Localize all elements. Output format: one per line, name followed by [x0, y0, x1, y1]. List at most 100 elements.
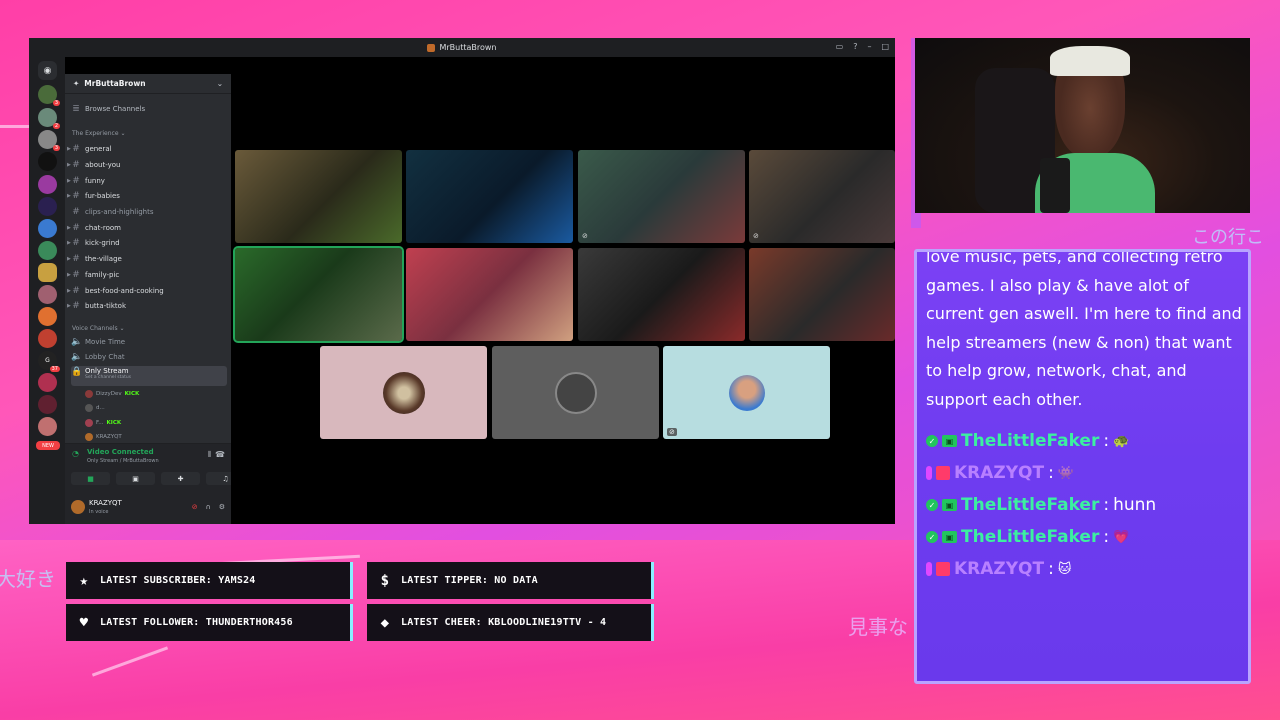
- video-tile[interactable]: ⊘: [578, 150, 745, 243]
- signal-icon[interactable]: ◔: [72, 449, 79, 458]
- voice-channel-only-stream[interactable]: 🔒 Only Stream Set a channel status: [71, 366, 227, 386]
- server-icon[interactable]: [38, 263, 57, 282]
- channel-fur-babies[interactable]: ▶ # fur-babies: [67, 189, 227, 202]
- chat-colon: :: [1103, 431, 1110, 451]
- video-tile[interactable]: [406, 150, 573, 243]
- mod-badge-icon: ▣: [942, 499, 957, 511]
- hash-icon: #: [72, 143, 80, 154]
- category-voice-channels[interactable]: Voice Channels ⌄: [72, 325, 125, 332]
- stream-chat: love music, pets, and collecting retro g…: [914, 249, 1251, 684]
- server-header[interactable]: ✦ MrButtaBrown ⌄: [65, 74, 231, 94]
- user-status: In voice: [89, 509, 109, 515]
- vip-badge-icon: [926, 466, 932, 480]
- server-icon[interactable]: G 37: [38, 351, 60, 372]
- channel-butta-tiktok[interactable]: ▶ # butta-tiktok: [67, 299, 227, 312]
- video-stage: ⊘ ⊘ ⊘: [231, 74, 895, 524]
- server-icon[interactable]: [38, 373, 57, 392]
- server-icon[interactable]: [38, 395, 57, 414]
- hash-icon: #: [72, 175, 80, 186]
- camera-icon: ■: [87, 474, 94, 483]
- server-icon[interactable]: 3: [38, 85, 60, 106]
- voice-location[interactable]: Only Stream / MrButtaBrown: [87, 458, 159, 464]
- collapse-arrow-icon: ▶: [67, 255, 71, 262]
- voice-user[interactable]: KRAZYQT: [85, 433, 122, 441]
- category-text-channels[interactable]: The Experience ⌄: [72, 130, 125, 137]
- server-icon[interactable]: [38, 152, 57, 171]
- speaker-icon: 🔈: [71, 336, 83, 347]
- gear-icon[interactable]: ⚙: [219, 503, 225, 511]
- hash-icon: #: [72, 222, 80, 233]
- channel-general[interactable]: ▶ # general: [67, 142, 227, 155]
- channel-funny[interactable]: ▶ # funny: [67, 174, 227, 187]
- channel-family-pic[interactable]: ▶ # family-pic: [67, 268, 227, 281]
- video-tile[interactable]: [235, 150, 402, 243]
- hash-icon: #: [72, 269, 80, 280]
- collapse-arrow-icon: ▶: [67, 287, 71, 294]
- video-tile[interactable]: [233, 246, 404, 343]
- collapse-arrow-icon: ▶: [67, 161, 71, 168]
- voice-connection-panel: ◔ Video Connected Only Stream / MrButtaB…: [65, 443, 245, 493]
- inbox-icon[interactable]: ▭: [836, 42, 844, 51]
- chat-line: ✓ ▣ TheLittleFaker : 🐢: [926, 428, 1129, 454]
- chat-username[interactable]: KRAZYQT: [954, 559, 1044, 579]
- server-icon[interactable]: [38, 329, 57, 348]
- chat-colon: :: [1103, 527, 1110, 547]
- camera-button[interactable]: ■: [71, 472, 110, 485]
- server-icon[interactable]: [38, 307, 57, 326]
- server-icon[interactable]: [38, 285, 57, 304]
- collapse-arrow-icon: ▶: [67, 145, 71, 152]
- channel-clips-and-highlights[interactable]: # clips-and-highlights: [71, 205, 227, 218]
- channel-the-village[interactable]: ▶ # the-village: [67, 252, 227, 265]
- minimize-icon[interactable]: –: [867, 42, 871, 51]
- channel-chat-room[interactable]: ▶ # chat-room: [67, 221, 227, 234]
- channel-best-food-and-cooking[interactable]: ▶ # best-food-and-cooking: [67, 284, 227, 297]
- voice-user[interactable]: F... KICK: [85, 419, 121, 427]
- chat-username[interactable]: TheLittleFaker: [961, 431, 1099, 451]
- mute-mic-icon[interactable]: ⊘: [192, 503, 198, 511]
- video-tile[interactable]: [578, 248, 745, 341]
- voice-channel-movie-time[interactable]: 🔈 Movie Time: [71, 335, 227, 348]
- voice-channel-lobby-chat[interactable]: 🔈 Lobby Chat: [71, 350, 227, 363]
- server-list: ◉ 3 2 3 G 37 NEW: [29, 57, 65, 524]
- video-tile[interactable]: ⊘: [749, 150, 895, 243]
- channel-kick-grind[interactable]: ▶ # kick-grind: [67, 236, 227, 249]
- avatar: [554, 371, 597, 414]
- voice-user[interactable]: d...: [85, 404, 105, 412]
- server-icon[interactable]: [38, 175, 57, 194]
- screen-share-button[interactable]: ▣: [116, 472, 155, 485]
- activity-button[interactable]: ✚: [161, 472, 200, 485]
- channel-about-you[interactable]: ▶ # about-you: [67, 158, 227, 171]
- server-icon[interactable]: 2: [38, 108, 60, 129]
- chat-username[interactable]: TheLittleFaker: [961, 495, 1099, 515]
- hash-icon: #: [72, 190, 80, 201]
- latest-subscriber-alert: ★ LATEST SUBSCRIBER: YAMS24: [66, 562, 353, 599]
- headphones-icon[interactable]: ∩: [206, 503, 211, 511]
- server-icon[interactable]: [38, 241, 57, 260]
- avatar-tile[interactable]: [320, 346, 487, 439]
- new-servers-pill[interactable]: NEW: [36, 441, 60, 450]
- server-icon[interactable]: [38, 219, 57, 238]
- help-icon[interactable]: ?: [853, 42, 857, 51]
- voice-user[interactable]: DizzyDev KICK: [85, 390, 139, 398]
- server-icon[interactable]: [38, 417, 57, 436]
- server-icon[interactable]: [38, 197, 57, 216]
- server-icon[interactable]: 3: [38, 130, 60, 151]
- avatar-tile[interactable]: ⊘: [663, 346, 830, 439]
- video-tile[interactable]: [406, 248, 573, 341]
- discord-home-icon[interactable]: ◉: [38, 61, 57, 80]
- noise-suppression-icon[interactable]: ⦀: [207, 450, 211, 460]
- chat-colon: :: [1048, 559, 1054, 579]
- hash-icon: #: [72, 159, 80, 170]
- chat-username[interactable]: KRAZYQT: [954, 463, 1044, 483]
- collapse-arrow-icon: ▶: [67, 239, 71, 246]
- mic-muted-icon: ⊘: [667, 428, 677, 436]
- disconnect-icon[interactable]: ☎: [215, 450, 225, 459]
- avatar: [382, 371, 425, 414]
- chat-username[interactable]: TheLittleFaker: [961, 527, 1099, 547]
- browse-channels[interactable]: ≣ Browse Channels: [71, 102, 227, 115]
- avatar-tile[interactable]: [492, 346, 659, 439]
- avatar[interactable]: [71, 500, 85, 514]
- maximize-icon[interactable]: □: [881, 42, 889, 51]
- video-tile[interactable]: [749, 248, 895, 341]
- collapse-arrow-icon: ▶: [67, 302, 71, 309]
